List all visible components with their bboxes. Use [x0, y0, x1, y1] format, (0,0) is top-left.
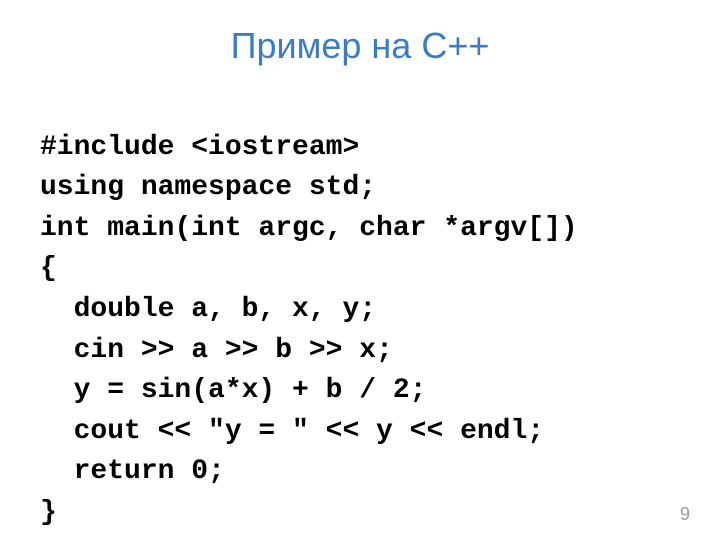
code-line: #include <iostream>: [40, 132, 359, 163]
code-line: cin >> a >> b >> x;: [40, 335, 393, 366]
code-line: y = sin(a*x) + b / 2;: [40, 375, 426, 406]
code-line: int main(int argc, char *argv[]): [40, 213, 578, 244]
code-line: {: [40, 253, 57, 284]
code-line: return 0;: [40, 456, 225, 487]
code-line: using namespace std;: [40, 172, 376, 203]
page-number: 9: [680, 504, 690, 525]
code-line: }: [40, 497, 57, 528]
code-block: #include <iostream> using namespace std;…: [40, 87, 680, 534]
code-line: cout << "y = " << y << endl;: [40, 416, 544, 447]
slide-title: Пример на С++: [40, 25, 680, 67]
code-line: double a, b, x, y;: [40, 294, 376, 325]
